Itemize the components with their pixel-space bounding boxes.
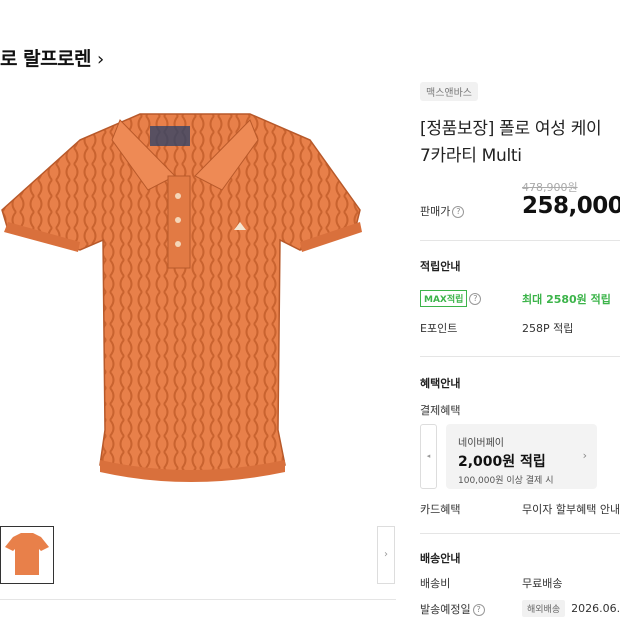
gallery-indicator [346,614,402,620]
gallery-divider [0,599,396,600]
price-label-text: 판매가 [420,205,451,218]
divider [420,356,620,357]
epoint-value: 258P 적립 [522,322,574,335]
card-benefit-text: 무이자 할부혜택 안내 [522,503,620,516]
ship-date-label-text: 발송예정일 [420,603,471,616]
question-icon[interactable]: ? [472,604,485,616]
question-icon[interactable]: ? [452,206,465,218]
divider [420,240,620,241]
npay-name: 네이버페이 [458,438,504,449]
overseas-badge: 해외배송 [522,600,566,617]
max-points-value: 최대 2580원 적립 [522,293,611,306]
thumbnail-image [5,533,49,575]
product-title: [정품보장] 폴로 여성 케이 7카라티 Multi [420,116,620,170]
divider [420,533,620,534]
thumbnail-next-button[interactable]: › [377,526,395,584]
price-label: 판매가? [420,203,465,219]
sale-price: 258,000원 [522,193,620,219]
product-title-line: 7카라티 Multi [420,146,522,166]
ship-date-text: 2026.06.2 [571,602,620,615]
store-badge[interactable]: 맥스앤바스 [420,82,478,101]
epoint-label: E포인트 [420,322,458,335]
max-points-badge: MAX적립 [420,290,468,307]
brand-link[interactable]: 로 랄프로렌 › [0,44,104,71]
card-benefit-link[interactable]: 무이자 할부혜택 안내 [522,501,620,517]
payment-benefit-label: 결제혜택 [420,404,461,417]
npay-prev-button[interactable]: ◂ [420,424,437,489]
npay-condition: 100,000원 이상 결제 시 [458,476,554,486]
brand-name: 로 랄프로렌 [0,48,92,70]
question-icon[interactable]: ? [469,293,482,305]
chevron-right-icon: › [582,449,587,462]
points-heading: 적립안내 [420,260,461,273]
benefits-heading: 혜택안내 [420,377,461,390]
product-thumbnail[interactable] [0,526,54,584]
shipping-heading: 배송안내 [420,552,461,565]
product-title-line: [정품보장] 폴로 여성 케이 [420,119,602,139]
product-info-panel: 맥스앤바스 [정품보장] 폴로 여성 케이 7카라티 Multi 478,900… [420,0,620,620]
npay-benefit-card[interactable]: 네이버페이 2,000원 적립 100,000원 이상 결제 시 › [446,424,597,489]
shipping-fee-value: 무료배송 [522,577,563,590]
chevron-right-icon: › [384,549,388,560]
card-benefit-label: 카드혜택 [420,503,461,516]
max-points-label: MAX적립? [420,290,482,307]
chevron-right-icon: › [97,49,104,70]
npay-amount: 2,000원 적립 [458,454,546,470]
sale-price-value: 258,000 [522,193,620,219]
shipping-fee-label: 배송비 [420,577,451,590]
product-main-image[interactable] [0,100,372,492]
ship-date-value: 해외배송 2026.06.2 [522,600,620,617]
ship-date-label: 발송예정일? [420,601,485,617]
